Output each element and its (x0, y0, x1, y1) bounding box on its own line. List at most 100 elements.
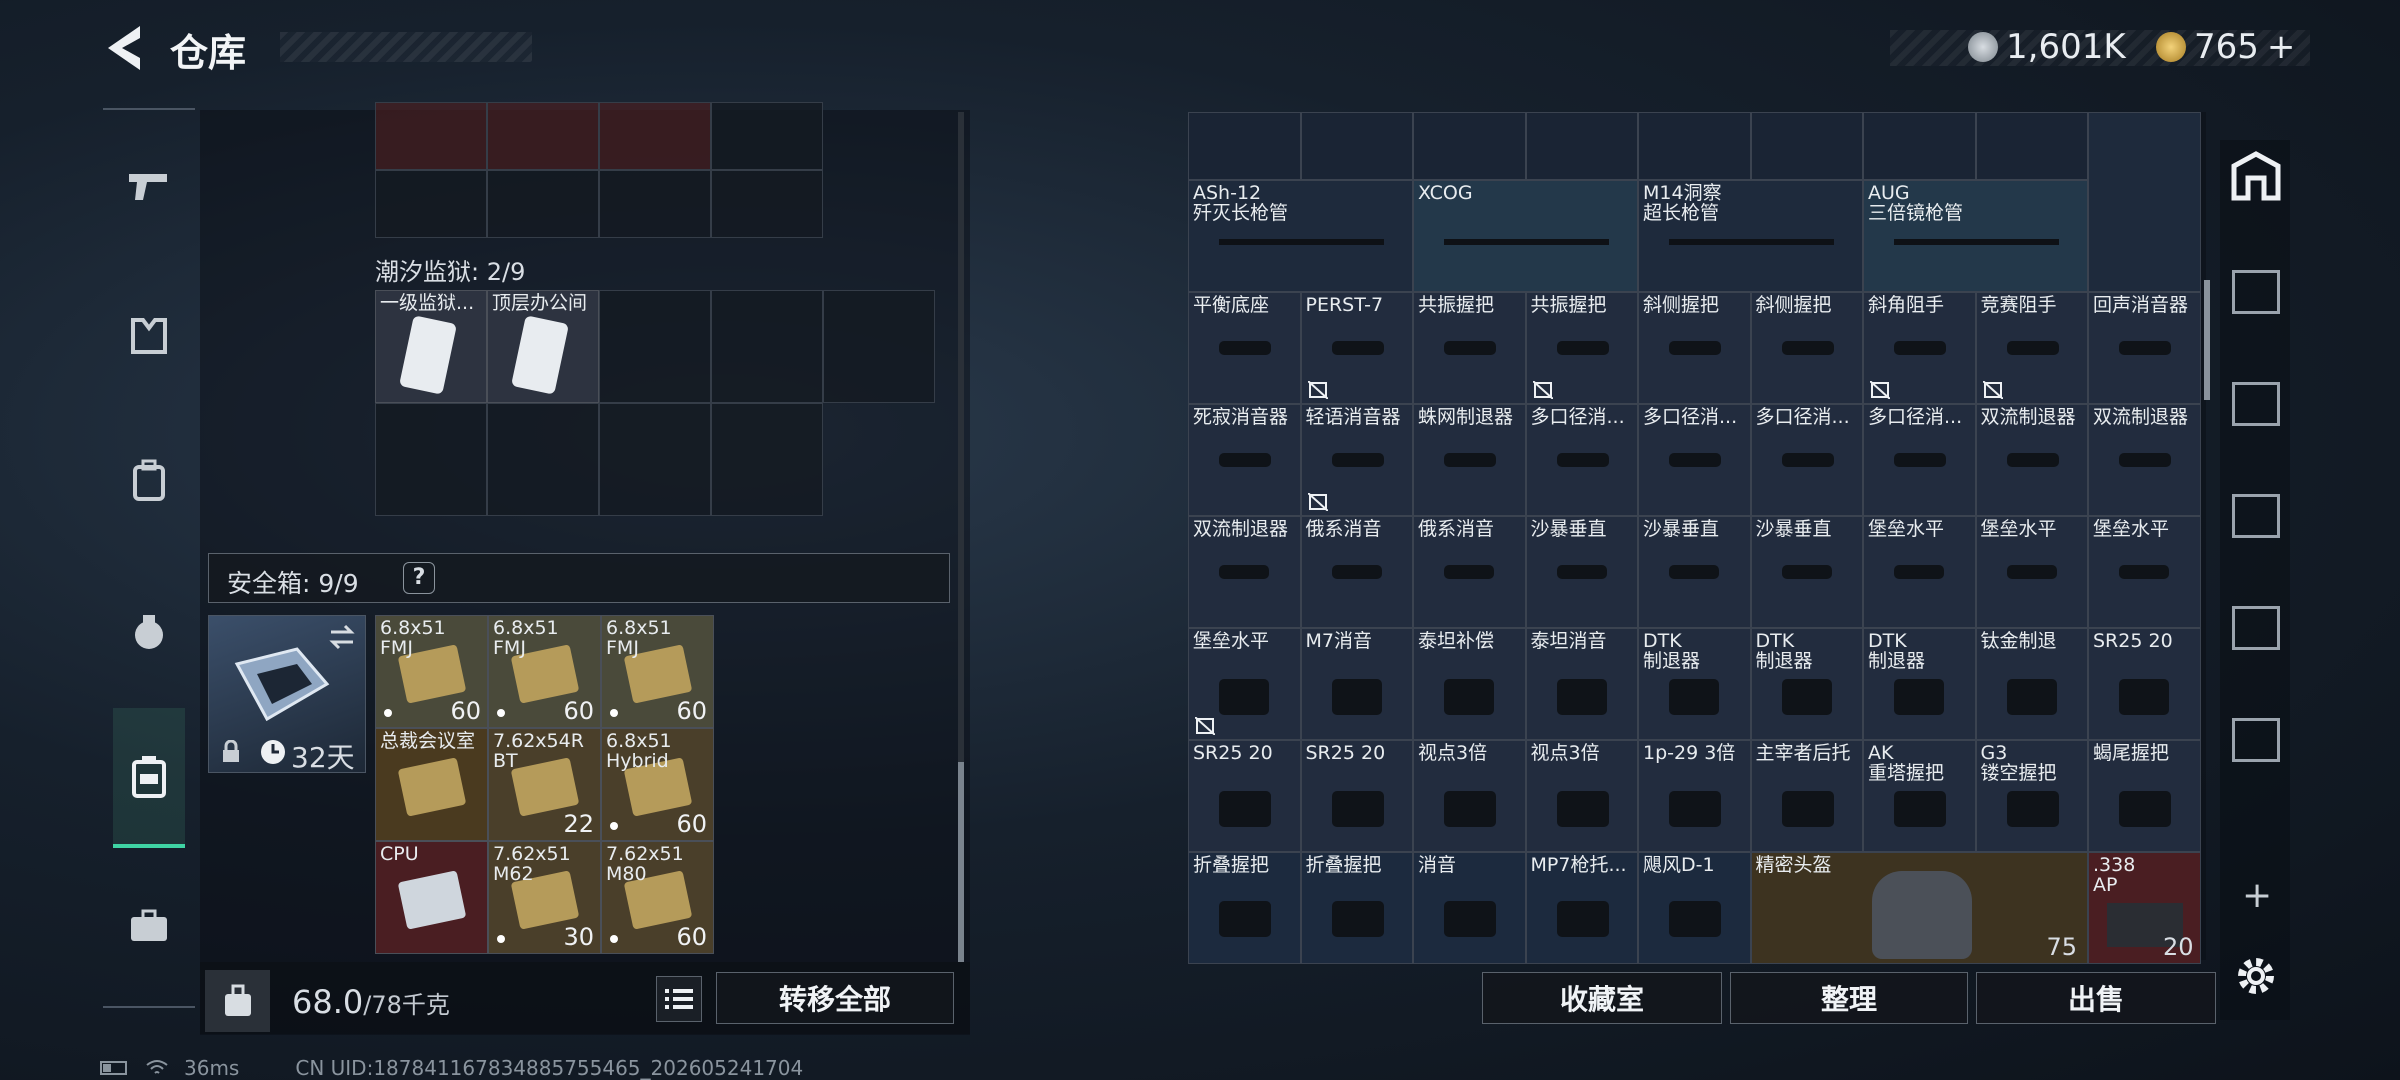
magazine-item[interactable] (2088, 112, 2201, 292)
left-scrollbar-track[interactable] (958, 112, 964, 962)
stash-item[interactable]: 泰坦消音 (1525, 628, 1638, 740)
stash-slot[interactable] (1188, 112, 1301, 180)
stash-item[interactable]: 斜角阻手 (1863, 292, 1976, 404)
stash-item[interactable]: 多口径消... (1750, 404, 1863, 516)
safe-item[interactable]: 7.62x51 M80 60 (601, 841, 714, 954)
stash-slot[interactable] (1863, 112, 1976, 180)
stash-item[interactable]: 飓风D-1 (1638, 852, 1751, 964)
stash-item[interactable]: 1p-29 3倍 (1638, 740, 1751, 852)
stash-item[interactable]: AK 重塔握把 (1863, 740, 1976, 852)
stash-item[interactable]: 死寂消音器 (1188, 404, 1301, 516)
stash-item[interactable]: 多口径消... (1863, 404, 1976, 516)
floor-3-icon[interactable] (2232, 270, 2280, 314)
key-slot[interactable] (599, 290, 711, 403)
stash-item[interactable]: G3 镂空握把 (1975, 740, 2088, 852)
storage-slot[interactable] (599, 170, 711, 238)
safe-item[interactable]: 7.62x54R BT 22 (488, 728, 601, 841)
stash-item[interactable]: 堡垒水平 (1188, 628, 1301, 740)
stash-item[interactable]: 主宰者后托 (1750, 740, 1863, 852)
safe-box-icon[interactable] (118, 745, 180, 807)
toolbox-icon[interactable] (118, 895, 180, 957)
stash-item[interactable]: 沙暴垂直 (1750, 516, 1863, 628)
gun-icon[interactable] (118, 155, 180, 217)
stash-slot[interactable] (1300, 112, 1413, 180)
vault-tab-icon[interactable] (2228, 148, 2284, 204)
stash-item[interactable]: 回声消音器 (2088, 292, 2201, 404)
stash-scrollbar[interactable] (2204, 280, 2210, 400)
stash-item[interactable]: 竞赛阻手 (1975, 292, 2088, 404)
safe-item[interactable]: 总裁会议室 (375, 728, 488, 841)
stash-item[interactable]: 斜侧握把 (1638, 292, 1751, 404)
stash-item[interactable]: 折叠握把 (1188, 852, 1301, 964)
stash-item[interactable]: DTK 制退器 (1863, 628, 1976, 740)
sell-button[interactable]: 出售 (1976, 972, 2216, 1024)
stash-item[interactable]: 多口径消... (1525, 404, 1638, 516)
stash-item[interactable]: 双流制退器 (2088, 404, 2201, 516)
stash-item[interactable]: 视点3倍 (1413, 740, 1526, 852)
stash-item[interactable]: DTK 制退器 (1638, 628, 1751, 740)
stash-slot[interactable] (1525, 112, 1638, 180)
stash-item[interactable]: 双流制退器 (1188, 516, 1301, 628)
collection-button[interactable]: 收藏室 (1482, 972, 1722, 1024)
stash-item[interactable]: DTK 制退器 (1750, 628, 1863, 740)
stash-item[interactable]: 钛金制退 (1975, 628, 2088, 740)
key-slot[interactable] (711, 290, 823, 403)
stash-item[interactable]: 俄系消音 (1300, 516, 1413, 628)
stash-item[interactable]: 堡垒水平 (2088, 516, 2201, 628)
stash-item[interactable]: 消音 (1413, 852, 1526, 964)
floor-5-icon[interactable] (2232, 494, 2280, 538)
stash-item[interactable]: 俄系消音 (1413, 516, 1526, 628)
settings-icon[interactable] (2234, 954, 2278, 1002)
stash-item[interactable]: 蛛网制退器 (1413, 404, 1526, 516)
armor-icon[interactable] (118, 305, 180, 367)
safe-item[interactable]: 6.8x51 FMJ 60 (601, 615, 714, 728)
stash-item[interactable]: 平衡底座 (1188, 292, 1301, 404)
stash-item-long[interactable]: M14洞察 超长枪管 (1638, 180, 1863, 292)
stash-item[interactable]: 堡垒水平 (1863, 516, 1976, 628)
stash-item[interactable]: 泰坦补偿 (1413, 628, 1526, 740)
stash-item[interactable]: M7消音 (1300, 628, 1413, 740)
stash-item-long[interactable]: AUG 三倍镜枪管 (1863, 180, 2088, 292)
safe-item[interactable]: CPU (375, 841, 488, 954)
add-tab-button[interactable]: + (2242, 875, 2272, 916)
stash-slot[interactable] (1750, 112, 1863, 180)
backpack-icon[interactable] (118, 450, 180, 512)
bag-icon[interactable] (118, 600, 180, 662)
stash-item[interactable]: SR25 20 (1300, 740, 1413, 852)
stash-item[interactable]: 多口径消... (1638, 404, 1751, 516)
stash-item-long[interactable]: ASh-12 歼灭长枪管 (1188, 180, 1413, 292)
stash-slot[interactable] (1975, 112, 2088, 180)
transfer-all-button[interactable]: 转移全部 (716, 972, 954, 1024)
stash-item[interactable]: SR25 20 (1188, 740, 1301, 852)
stash-item[interactable]: 蝎尾握把 (2088, 740, 2201, 852)
stash-item[interactable]: 堡垒水平 (1975, 516, 2088, 628)
stash-item[interactable]: 斜侧握把 (1750, 292, 1863, 404)
storage-slot[interactable] (375, 170, 487, 238)
swap-icon[interactable] (327, 624, 357, 650)
help-button[interactable]: ? (403, 562, 435, 594)
list-view-button[interactable] (656, 976, 702, 1022)
key-slot[interactable] (823, 290, 935, 403)
stash-item[interactable]: 共振握把 (1413, 292, 1526, 404)
stash-item-long[interactable]: XCOG (1413, 180, 1638, 292)
gold-currency[interactable]: 765 + (2156, 27, 2295, 67)
key-slot[interactable] (599, 403, 711, 516)
keycard-item[interactable]: 一级监狱... (375, 290, 487, 403)
stash-item[interactable]: 轻语消音器 (1300, 404, 1413, 516)
sort-button[interactable]: 整理 (1730, 972, 1968, 1024)
stash-item[interactable]: 共振握把 (1525, 292, 1638, 404)
stash-item[interactable]: 精密头盔 75 (1750, 852, 2088, 964)
stash-item[interactable]: 折叠握把 (1300, 852, 1413, 964)
left-scrollbar-thumb[interactable] (958, 762, 964, 962)
stash-item[interactable]: 双流制退器 (1975, 404, 2088, 516)
key-slot[interactable] (487, 403, 599, 516)
safe-item[interactable]: 6.8x51 FMJ 60 (488, 615, 601, 728)
key-slot[interactable] (711, 403, 823, 516)
safe-item[interactable]: 7.62x51 M62 30 (488, 841, 601, 954)
storage-slot[interactable] (711, 170, 823, 238)
floor-3-alt-icon[interactable] (2232, 606, 2280, 650)
back-button[interactable] (100, 22, 148, 74)
storage-slot[interactable] (487, 170, 599, 238)
stash-item[interactable]: PERST-7 (1300, 292, 1413, 404)
key-slot[interactable] (375, 403, 487, 516)
